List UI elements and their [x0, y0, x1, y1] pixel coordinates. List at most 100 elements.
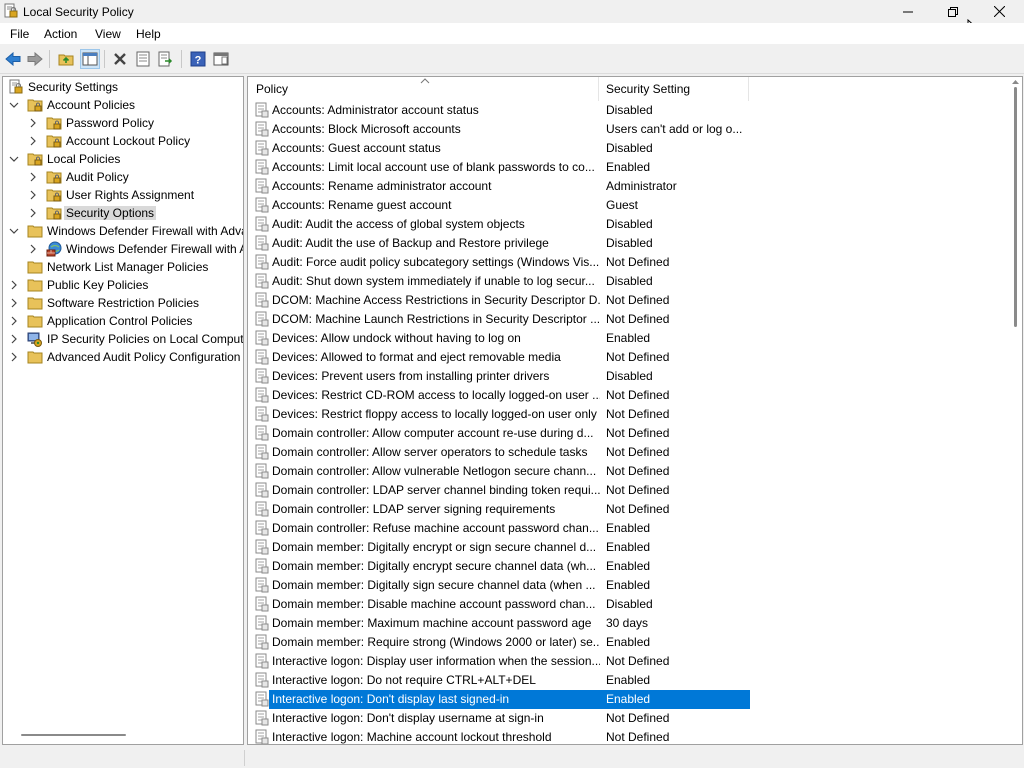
chevron-down-icon[interactable]	[8, 98, 20, 112]
delete-button[interactable]	[110, 49, 130, 69]
export-list-button[interactable]	[156, 49, 176, 69]
policy-row[interactable]: Audit: Force audit policy subcategory se…	[254, 253, 750, 272]
policy-row[interactable]: Interactive logon: Don't display usernam…	[254, 709, 750, 728]
policy-row[interactable]: Devices: Allowed to format and eject rem…	[254, 348, 750, 367]
policy-row[interactable]: Domain member: Require strong (Windows 2…	[254, 633, 750, 652]
tree-item-password-policy[interactable]: Password Policy	[5, 114, 243, 132]
policy-row[interactable]: Accounts: Limit local account use of bla…	[254, 158, 750, 177]
security-setting-value: Not Defined	[606, 730, 670, 744]
chevron-right-icon[interactable]	[8, 296, 20, 310]
policy-row[interactable]: Audit: Audit the access of global system…	[254, 215, 750, 234]
list-vertical-scrollbar[interactable]	[1014, 87, 1017, 327]
security-setting-value: 30 days	[606, 616, 649, 630]
chevron-right-icon[interactable]	[27, 188, 39, 202]
up-one-level-button[interactable]	[56, 49, 76, 69]
menu-help[interactable]: Help	[136, 27, 161, 41]
tree-item-ip-security[interactable]: IP Security Policies on Local Compute	[5, 330, 243, 348]
close-button[interactable]	[976, 0, 1022, 23]
policy-row[interactable]: Audit: Audit the use of Backup and Resto…	[254, 234, 750, 253]
policy-row[interactable]: Domain member: Digitally encrypt secure …	[254, 557, 750, 576]
folder-icon	[27, 279, 43, 292]
tree-item-application-control[interactable]: Application Control Policies	[5, 312, 243, 330]
policy-row[interactable]: Domain controller: Allow vulnerable Netl…	[254, 462, 750, 481]
policy-row[interactable]: Domain controller: Allow computer accoun…	[254, 424, 750, 443]
policy-row[interactable]: Domain member: Disable machine account p…	[254, 595, 750, 614]
help-button[interactable]: ?	[188, 49, 208, 69]
tree-item-public-key-policies[interactable]: Public Key Policies	[5, 276, 243, 294]
policy-list-pane[interactable]: Policy Security Setting Accounts: Admini…	[247, 76, 1023, 745]
chevron-right-icon[interactable]	[8, 332, 20, 346]
policy-row[interactable]: Domain member: Maximum machine account p…	[254, 614, 750, 633]
policy-row[interactable]: DCOM: Machine Launch Restrictions in Sec…	[254, 310, 750, 329]
policy-row[interactable]: Interactive logon: Display user informat…	[254, 652, 750, 671]
console-view-button[interactable]	[211, 49, 231, 69]
column-header-security-setting[interactable]: Security Setting	[606, 82, 690, 96]
tree-item-software-restriction[interactable]: Software Restriction Policies	[5, 294, 243, 312]
policy-row[interactable]: Domain member: Digitally sign secure cha…	[254, 576, 750, 595]
folder-lock-icon	[46, 117, 62, 130]
policy-row[interactable]: Domain controller: LDAP server signing r…	[254, 500, 750, 519]
forward-button[interactable]	[25, 49, 45, 69]
menu-view[interactable]: View	[95, 27, 121, 41]
tree-horizontal-scrollbar[interactable]	[21, 734, 126, 736]
policy-row[interactable]: Accounts: Rename guest account Guest	[254, 196, 750, 215]
tree-item-security-options[interactable]: Security Options	[5, 204, 243, 222]
security-setting-value: Not Defined	[606, 711, 670, 725]
tree-item-audit-policy[interactable]: Audit Policy	[5, 168, 243, 186]
properties-button[interactable]	[133, 49, 153, 69]
policy-row[interactable]: DCOM: Machine Access Restrictions in Sec…	[254, 291, 750, 310]
tree-item-windows-defender-firewall[interactable]: Windows Defender Firewall with Adva	[5, 222, 243, 240]
policy-row[interactable]: Accounts: Administrator account status Di…	[254, 101, 750, 120]
show-hide-tree-button[interactable]	[80, 49, 100, 69]
chevron-down-icon[interactable]	[8, 152, 20, 166]
policy-row[interactable]: Devices: Prevent users from installing p…	[254, 367, 750, 386]
policy-row[interactable]: Domain controller: LDAP server channel b…	[254, 481, 750, 500]
chevron-right-icon[interactable]	[27, 116, 39, 130]
policy-setting-icon	[255, 539, 269, 555]
chevron-down-icon[interactable]	[8, 224, 20, 238]
column-divider[interactable]	[748, 77, 749, 101]
column-divider[interactable]	[598, 77, 599, 101]
chevron-right-icon[interactable]	[8, 278, 20, 292]
tree-item-security-settings[interactable]: Security Settings	[5, 78, 243, 96]
scroll-up-arrow-icon[interactable]	[1011, 79, 1020, 85]
chevron-right-icon[interactable]	[27, 134, 39, 148]
menu-file[interactable]: File	[10, 27, 29, 41]
chevron-right-icon[interactable]	[27, 242, 39, 256]
tree-item-local-policies[interactable]: Local Policies	[5, 150, 243, 168]
tree-item-user-rights-assignment[interactable]: User Rights Assignment	[5, 186, 243, 204]
chevron-right-icon[interactable]	[8, 350, 20, 364]
policy-setting-icon	[255, 444, 269, 460]
policy-row[interactable]: Accounts: Guest account status Disabled	[254, 139, 750, 158]
policy-row[interactable]: Devices: Allow undock without having to …	[254, 329, 750, 348]
policy-row-selected[interactable]: Interactive logon: Don't display last si…	[254, 690, 750, 709]
policy-setting-icon	[255, 425, 269, 441]
policy-row[interactable]: Domain member: Digitally encrypt or sign…	[254, 538, 750, 557]
tree-item-account-lockout-policy[interactable]: Account Lockout Policy	[5, 132, 243, 150]
security-setting-value: Not Defined	[606, 483, 670, 497]
folder-icon	[27, 315, 43, 328]
console-tree-pane[interactable]: Security Settings Account Policies Passw…	[2, 76, 244, 745]
minimize-button[interactable]	[885, 0, 931, 23]
tree-item-windows-defender-firewall-local[interactable]: Windows Defender Firewall with A	[5, 240, 243, 258]
policy-row[interactable]: Devices: Restrict floppy access to local…	[254, 405, 750, 424]
policy-row[interactable]: Interactive logon: Machine account locko…	[254, 728, 750, 744]
chevron-right-icon[interactable]	[8, 314, 20, 328]
policy-row[interactable]: Devices: Restrict CD-ROM access to local…	[254, 386, 750, 405]
column-header-policy[interactable]: Policy	[256, 82, 288, 96]
chevron-right-icon[interactable]	[27, 206, 39, 220]
policy-row[interactable]: Audit: Shut down system immediately if u…	[254, 272, 750, 291]
policy-row[interactable]: Interactive logon: Do not require CTRL+A…	[254, 671, 750, 690]
tree-item-account-policies[interactable]: Account Policies	[5, 96, 243, 114]
back-button[interactable]	[3, 49, 23, 69]
tree-item-advanced-audit[interactable]: Advanced Audit Policy Configuration	[5, 348, 243, 366]
folder-lock-icon	[46, 207, 62, 220]
policy-row[interactable]: Accounts: Rename administrator account Ad…	[254, 177, 750, 196]
chevron-right-icon[interactable]	[27, 170, 39, 184]
policy-row[interactable]: Domain controller: Allow server operator…	[254, 443, 750, 462]
menu-action[interactable]: Action	[44, 27, 77, 41]
svg-text:?: ?	[195, 55, 202, 67]
tree-item-network-list-manager[interactable]: Network List Manager Policies	[5, 258, 243, 276]
policy-row[interactable]: Domain controller: Refuse machine accoun…	[254, 519, 750, 538]
policy-row[interactable]: Accounts: Block Microsoft accounts Users …	[254, 120, 750, 139]
